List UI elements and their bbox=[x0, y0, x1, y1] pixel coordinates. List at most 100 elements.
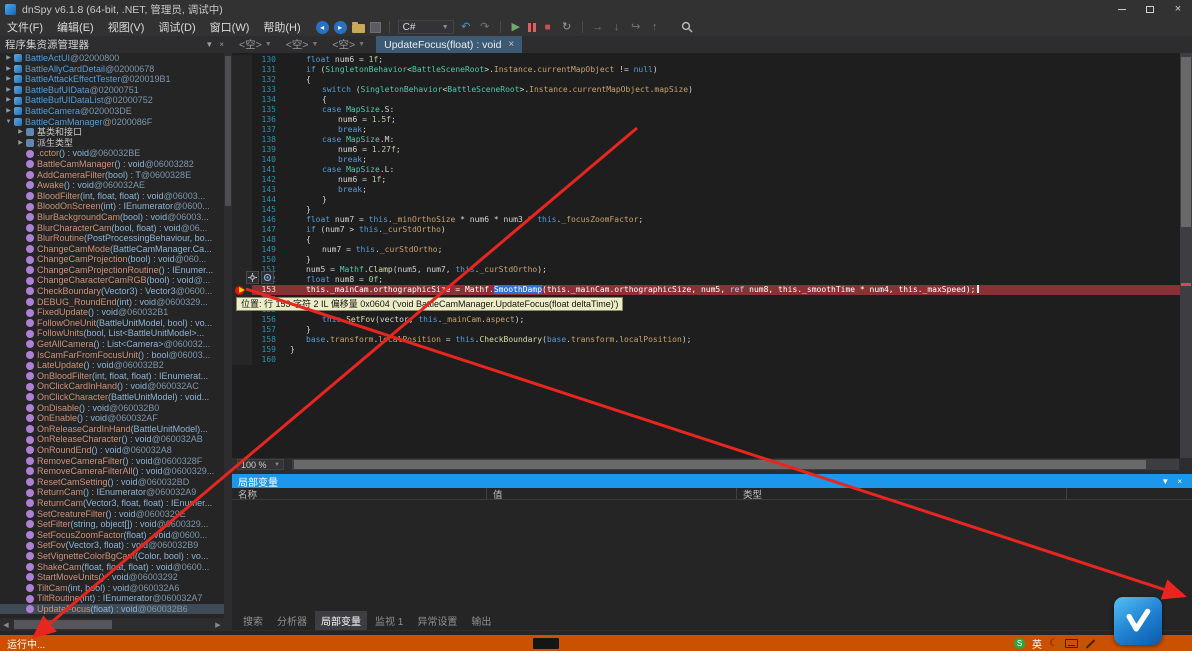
panel-menu-icon[interactable]: ▼ bbox=[202, 40, 216, 49]
code-line[interactable]: 132{ bbox=[232, 75, 1180, 85]
tree-item[interactable]: RemoveCameraFilterAll() : void @0600329.… bbox=[0, 466, 224, 477]
tree-item[interactable]: ChangeCamProjectionRoutine() : IEnumer..… bbox=[0, 265, 224, 276]
step-over-icon[interactable]: ↪ bbox=[629, 21, 643, 34]
breakpoint-settings-gear-icon[interactable] bbox=[246, 271, 259, 284]
tree-item[interactable]: SetVignetteColorBgCam (Color, bool) : vo.… bbox=[0, 551, 224, 562]
tree-item[interactable]: OnReleaseCharacter() : void @060032AB bbox=[0, 434, 224, 445]
tree-item[interactable]: OnClickCharacter (BattleUnitModel) : void… bbox=[0, 392, 224, 403]
step-out-icon[interactable]: ↑ bbox=[648, 21, 662, 34]
tree-vertical-scrollbar[interactable] bbox=[224, 53, 232, 631]
tree-item[interactable]: SetFocusZoomFactor (float) : void @0600..… bbox=[0, 530, 224, 541]
code-line[interactable]: 157} bbox=[232, 325, 1180, 335]
tree-item[interactable]: BloodOnScreen (int) : IEnumerator @0600..… bbox=[0, 201, 224, 212]
tree-item[interactable]: ▶ BattleAttackEffectTester @020019B1 bbox=[0, 74, 224, 85]
tree-item[interactable]: ▶ BattleBufUIDataList @02000752 bbox=[0, 95, 224, 106]
tree-item[interactable]: BlurBackgroundCam (bool) : void @06003... bbox=[0, 212, 224, 223]
locals-column-header[interactable]: 类型 bbox=[737, 488, 1067, 501]
code-line[interactable]: 138 case MapSize.M: bbox=[232, 135, 1180, 145]
code-line[interactable]: 146 float num7 = this._minOrthoSize * num… bbox=[232, 215, 1180, 225]
step-into-icon[interactable]: ↓ bbox=[610, 21, 624, 34]
scroll-left-icon[interactable]: ◀ bbox=[0, 621, 12, 629]
code-line[interactable]: 137 break; bbox=[232, 125, 1180, 135]
undo-icon[interactable]: ↶ bbox=[459, 21, 473, 34]
tree-item[interactable]: LateUpdate() : void @060032B2 bbox=[0, 360, 224, 371]
minimize-button[interactable] bbox=[1108, 0, 1136, 18]
code-line[interactable]: 140 break; bbox=[232, 155, 1180, 165]
tool-tab-输出[interactable]: 输出 bbox=[465, 611, 497, 630]
stop-debugging-icon[interactable]: ■ bbox=[541, 21, 555, 34]
menu-item[interactable]: 编辑(E) bbox=[50, 17, 101, 37]
tree-item[interactable]: ▶ BattleActUI @02000800 bbox=[0, 53, 224, 64]
tree-item[interactable]: ▶ 派生类型 bbox=[0, 138, 224, 149]
keyboard-icon[interactable] bbox=[1064, 639, 1078, 648]
tree-item[interactable]: .cctor() : void @060032BE bbox=[0, 148, 224, 159]
tree-item[interactable]: OnReleaseCardInHand (BattleUnitModel)... bbox=[0, 424, 224, 435]
moon-icon[interactable]: ☾ bbox=[1049, 638, 1058, 649]
tree-item[interactable]: BlurCharacterCam (bool, float) : void @06… bbox=[0, 223, 224, 234]
tree-item[interactable]: TiltRoutine (int) : IEnumerator @060032A7 bbox=[0, 593, 224, 604]
tree-item[interactable]: OnRoundEnd() : void @060032A8 bbox=[0, 445, 224, 456]
tree-item[interactable]: BloodFilter (int, float, float) : void @0… bbox=[0, 191, 224, 202]
tree-item[interactable]: ReturnCam (Vector3, float, float) : IEnum… bbox=[0, 498, 224, 509]
code-line[interactable]: 147 if (num7 > this._curStdOrtho) bbox=[232, 225, 1180, 235]
tree-item[interactable]: ResetCamSetting() : void @060032BD bbox=[0, 477, 224, 488]
code-line[interactable]: 145} bbox=[232, 205, 1180, 215]
tool-tab-搜索[interactable]: 搜索 bbox=[237, 611, 269, 630]
tab-close-icon[interactable]: × bbox=[508, 39, 514, 50]
empty-tab[interactable]: <空> ▼ bbox=[279, 36, 326, 53]
tree-item[interactable]: ChangeCamProjection (bool) : void @060... bbox=[0, 254, 224, 265]
tree-item[interactable]: OnBloodFilter (int, float, float) : IEnum… bbox=[0, 371, 224, 382]
menu-item[interactable]: 调试(D) bbox=[151, 17, 202, 37]
empty-tab[interactable]: <空> ▼ bbox=[232, 36, 279, 53]
code-line[interactable]: 152float num8 = 0f; bbox=[232, 275, 1180, 285]
tool-tab-异常设置[interactable]: 异常设置 bbox=[411, 611, 463, 630]
menu-item[interactable]: 帮助(H) bbox=[256, 17, 307, 37]
tool-tab-监视 1[interactable]: 监视 1 bbox=[369, 611, 409, 630]
pen-icon[interactable] bbox=[1085, 638, 1096, 649]
taskbar-item[interactable] bbox=[533, 638, 559, 649]
locals-menu-icon[interactable]: ▼ bbox=[1157, 477, 1173, 486]
code-line[interactable]: 131 if (SingletonBehavior<BattleSceneRoot… bbox=[232, 65, 1180, 75]
tree-item[interactable]: BattleCamManager() : void @06003282 bbox=[0, 159, 224, 170]
tree-item[interactable]: ▶ 基类和接口 bbox=[0, 127, 224, 138]
tree-item[interactable]: OnEnable() : void @060032AF bbox=[0, 413, 224, 424]
tree-item[interactable]: FixedUpdate() : void @060032B1 bbox=[0, 307, 224, 318]
tree-item[interactable]: Awake() : void @060032AE bbox=[0, 180, 224, 191]
tree-item[interactable]: RemoveCameraFilter() : void @0600328F bbox=[0, 456, 224, 467]
nav-back-icon[interactable]: ◂ bbox=[315, 20, 329, 34]
panel-close-icon[interactable]: × bbox=[216, 40, 227, 49]
locals-grid[interactable] bbox=[232, 500, 1192, 610]
menu-item[interactable]: 文件(F) bbox=[0, 17, 50, 37]
tree-item[interactable]: FollowOneUnit (BattleUnitModel, bool) : v… bbox=[0, 318, 224, 329]
ime-badge-icon[interactable]: S bbox=[1014, 638, 1025, 649]
locals-column-header[interactable]: 名称 bbox=[232, 488, 487, 501]
locals-close-icon[interactable]: × bbox=[1173, 477, 1186, 486]
tree-item[interactable]: ChangeCharacterCamRGB (bool) : void @... bbox=[0, 275, 224, 286]
tree-item[interactable]: FollowUnits (bool, List<BattleUnitModel>.… bbox=[0, 328, 224, 339]
tree-item[interactable]: IsCamFarFromFocusUnit() : bool @06003... bbox=[0, 350, 224, 361]
editor-vertical-scrollbar[interactable] bbox=[1180, 53, 1192, 458]
close-button[interactable]: × bbox=[1164, 0, 1192, 18]
tab-updatefocus[interactable]: UpdateFocus(float) : void × bbox=[376, 36, 523, 53]
code-line[interactable]: 156 this.SetFov(vector, this._mainCam.asp… bbox=[232, 315, 1180, 325]
save-icon[interactable] bbox=[369, 21, 381, 33]
code-line[interactable]: 159} bbox=[232, 345, 1180, 355]
code-line[interactable]: 133 switch (SingletonBehavior<BattleScene… bbox=[232, 85, 1180, 95]
menu-item[interactable]: 视图(V) bbox=[101, 17, 152, 37]
tree-item[interactable]: SetFov (Vector3, float) : void @060032B9 bbox=[0, 540, 224, 551]
nav-forward-icon[interactable]: ▸ bbox=[333, 20, 347, 34]
tree-horizontal-scrollbar[interactable]: ◀ ▶ bbox=[0, 618, 224, 631]
search-icon[interactable] bbox=[681, 21, 693, 33]
code-line[interactable]: 150} bbox=[232, 255, 1180, 265]
tree-item[interactable]: SetCreatureFilter() : void @0600329E bbox=[0, 509, 224, 520]
tree-item[interactable]: ▶ BattleAllyCardDetail @02000678 bbox=[0, 64, 224, 75]
tree-item[interactable]: OnClickCardInHand() : void @060032AC bbox=[0, 381, 224, 392]
floating-assistant-logo[interactable] bbox=[1114, 597, 1162, 645]
tree-item[interactable]: GetAllCamera() : List<Camera> @060032... bbox=[0, 339, 224, 350]
tree-item[interactable]: AddCameraFilter (bool) : T @0600328E bbox=[0, 170, 224, 181]
restart-icon[interactable]: ↻ bbox=[560, 21, 574, 34]
tree-item[interactable]: ▼ BattleCamManager @0200086F bbox=[0, 117, 224, 128]
language-combo[interactable]: C# ▼ bbox=[397, 20, 454, 34]
tree-item[interactable]: ReturnCam() : IEnumerator @060032A9 bbox=[0, 487, 224, 498]
code-line[interactable]: 149 num7 = this._curStdOrtho; bbox=[232, 245, 1180, 255]
